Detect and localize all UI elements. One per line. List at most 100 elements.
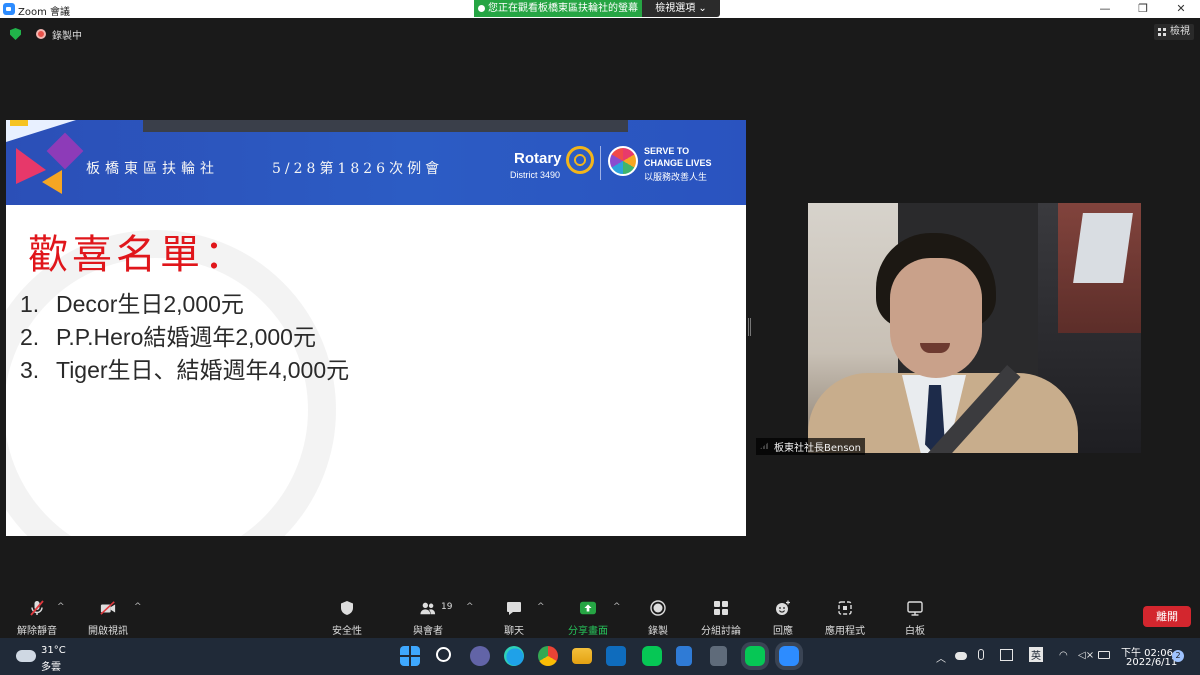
start-video-button[interactable]: 開啟視訊 <box>73 596 143 638</box>
microphone-icon[interactable] <box>978 649 984 660</box>
audio-options-caret[interactable]: ^ <box>57 602 65 612</box>
chrome-browser-icon[interactable] <box>538 646 558 666</box>
slide-heading: 歡喜名單： <box>28 232 248 278</box>
meeting-title: 5/28第1826次例會 <box>272 161 444 177</box>
notepad-icon[interactable] <box>676 646 692 666</box>
security-label: 安全性 <box>332 626 362 637</box>
list-item-number: 2. <box>20 324 40 350</box>
breakout-rooms-icon <box>714 601 728 615</box>
volume-icon[interactable]: ◁× <box>1078 650 1094 661</box>
record-button[interactable]: 錄製 <box>623 596 693 638</box>
record-label: 錄製 <box>648 626 668 637</box>
pane-splitter-handle[interactable] <box>748 318 751 336</box>
slide-header: 板橋東區扶輪社 5/28第1826次例會 Rotary District 349… <box>6 120 746 205</box>
cloud-icon[interactable] <box>16 650 36 662</box>
list-item: 1. Decor生日2,000元 <box>20 288 349 321</box>
participants-icon <box>420 602 436 615</box>
whiteboard-label: 白板 <box>905 626 925 637</box>
rotary-wheel-icon <box>566 146 594 174</box>
calculator-icon[interactable] <box>710 646 727 666</box>
view-layout-label: 檢視 <box>1170 26 1190 37</box>
list-item-number: 1. <box>20 291 40 317</box>
share-arrow-icon <box>580 601 596 615</box>
participants-button[interactable]: 與會者 <box>393 596 463 638</box>
recording-icon <box>36 29 46 39</box>
wifi-icon[interactable]: ◠ <box>1059 650 1068 661</box>
outlook-icon[interactable] <box>606 646 626 666</box>
apps-label: 應用程式 <box>825 626 865 637</box>
participants-options-caret[interactable]: ^ <box>466 602 474 612</box>
list-item-text: Decor生日2,000元 <box>56 291 244 317</box>
car-window <box>1073 213 1133 283</box>
leave-meeting-button[interactable]: 離開 <box>1143 606 1191 627</box>
onedrive-icon[interactable] <box>955 652 967 660</box>
restore-button[interactable]: ❐ <box>1124 0 1162 18</box>
share-options-caret[interactable]: ^ <box>613 602 621 612</box>
unmute-label: 解除靜音 <box>17 626 57 637</box>
line-app-active-icon[interactable] <box>745 646 765 666</box>
encryption-shield-icon[interactable] <box>10 28 21 40</box>
weather-temperature[interactable]: 31°C <box>41 645 66 656</box>
person-face <box>890 258 982 378</box>
edge-browser-icon[interactable] <box>504 646 524 666</box>
reactions-label: 回應 <box>773 626 793 637</box>
header-divider <box>600 146 601 180</box>
serve-logo-icon <box>608 146 638 176</box>
district-label: District 3490 <box>510 170 561 180</box>
tray-chevron-up-icon[interactable]: ︿ <box>936 650 946 665</box>
battery-icon[interactable] <box>1098 651 1110 659</box>
minimize-button[interactable]: — <box>1086 0 1124 18</box>
security-button[interactable]: 安全性 <box>312 596 382 638</box>
whiteboard-button[interactable]: 白板 <box>880 596 950 638</box>
theme-line-3: 以服務改善人生 <box>644 172 708 182</box>
ime-indicator[interactable]: 英 <box>1029 647 1043 662</box>
participants-count: 19 <box>441 602 453 612</box>
search-icon[interactable] <box>436 647 451 662</box>
slide-list: 1. Decor生日2,000元 2. P.P.Hero結婚週年2,000元 3. T… <box>20 288 349 387</box>
participants-label: 與會者 <box>413 626 443 637</box>
start-menu-icon[interactable] <box>400 646 420 666</box>
muted-mic-icon <box>30 600 44 616</box>
close-button[interactable]: ✕ <box>1162 0 1200 18</box>
rotary-wordmark: Rotary <box>514 150 562 167</box>
windows-taskbar <box>0 638 1200 675</box>
participant-name-label: 板東社社長Benson <box>756 438 866 455</box>
list-item-text: Tiger生日、結婚週年4,000元 <box>56 357 350 383</box>
teams-chat-icon[interactable] <box>470 646 490 666</box>
corner-shape <box>10 120 28 126</box>
theme-line-2: CHANGE LIVES <box>644 158 712 168</box>
breakout-rooms-label: 分組討論 <box>701 626 741 637</box>
video-off-icon <box>100 601 116 615</box>
grid-icon <box>1158 28 1166 36</box>
weather-description[interactable]: 多雲 <box>41 658 61 673</box>
header-top-strip <box>143 120 628 132</box>
chat-options-caret[interactable]: ^ <box>537 602 545 612</box>
share-banner-text: 您正在觀看板橋東區扶輪社的螢幕 <box>488 3 638 14</box>
reactions-button[interactable]: 回應 <box>748 596 818 638</box>
line-app-icon[interactable] <box>642 646 662 666</box>
screen-share-banner: 您正在觀看板橋東區扶輪社的螢幕 <box>474 0 642 17</box>
clock-date[interactable]: 2022/6/11 <box>1126 657 1177 668</box>
notification-badge[interactable]: 2 <box>1172 650 1184 662</box>
video-options-caret[interactable]: ^ <box>134 602 142 612</box>
theme-line-1: SERVE TO <box>644 146 690 156</box>
share-screen-label: 分享畫面 <box>568 626 608 637</box>
breakout-rooms-button[interactable]: 分組討論 <box>686 596 756 638</box>
list-item: 2. P.P.Hero結婚週年2,000元 <box>20 321 349 354</box>
window-title: Zoom 會議 <box>18 7 71 18</box>
view-options-button[interactable]: 檢視選項 ⌄ <box>642 0 720 17</box>
apps-icon <box>838 601 852 615</box>
chat-label: 聊天 <box>504 626 524 637</box>
view-layout-button[interactable]: 檢視 <box>1154 24 1194 40</box>
zoom-taskbar-icon[interactable] <box>779 646 799 666</box>
whiteboard-icon <box>907 601 923 616</box>
file-explorer-icon[interactable] <box>572 648 592 664</box>
list-item-number: 3. <box>20 357 40 383</box>
participant-video[interactable] <box>808 203 1141 453</box>
record-icon <box>650 600 666 616</box>
apps-button[interactable]: 應用程式 <box>810 596 880 638</box>
chat-icon <box>507 602 521 615</box>
meeting-toolbar: 解除靜音 ^ 開啟視訊 ^ 安全性 與會者 19 ^ 聊天 ^ 分享畫面 ^ 錄… <box>0 596 1200 638</box>
device-icon[interactable] <box>1000 649 1013 661</box>
club-name: 板橋東區扶輪社 <box>86 161 219 177</box>
